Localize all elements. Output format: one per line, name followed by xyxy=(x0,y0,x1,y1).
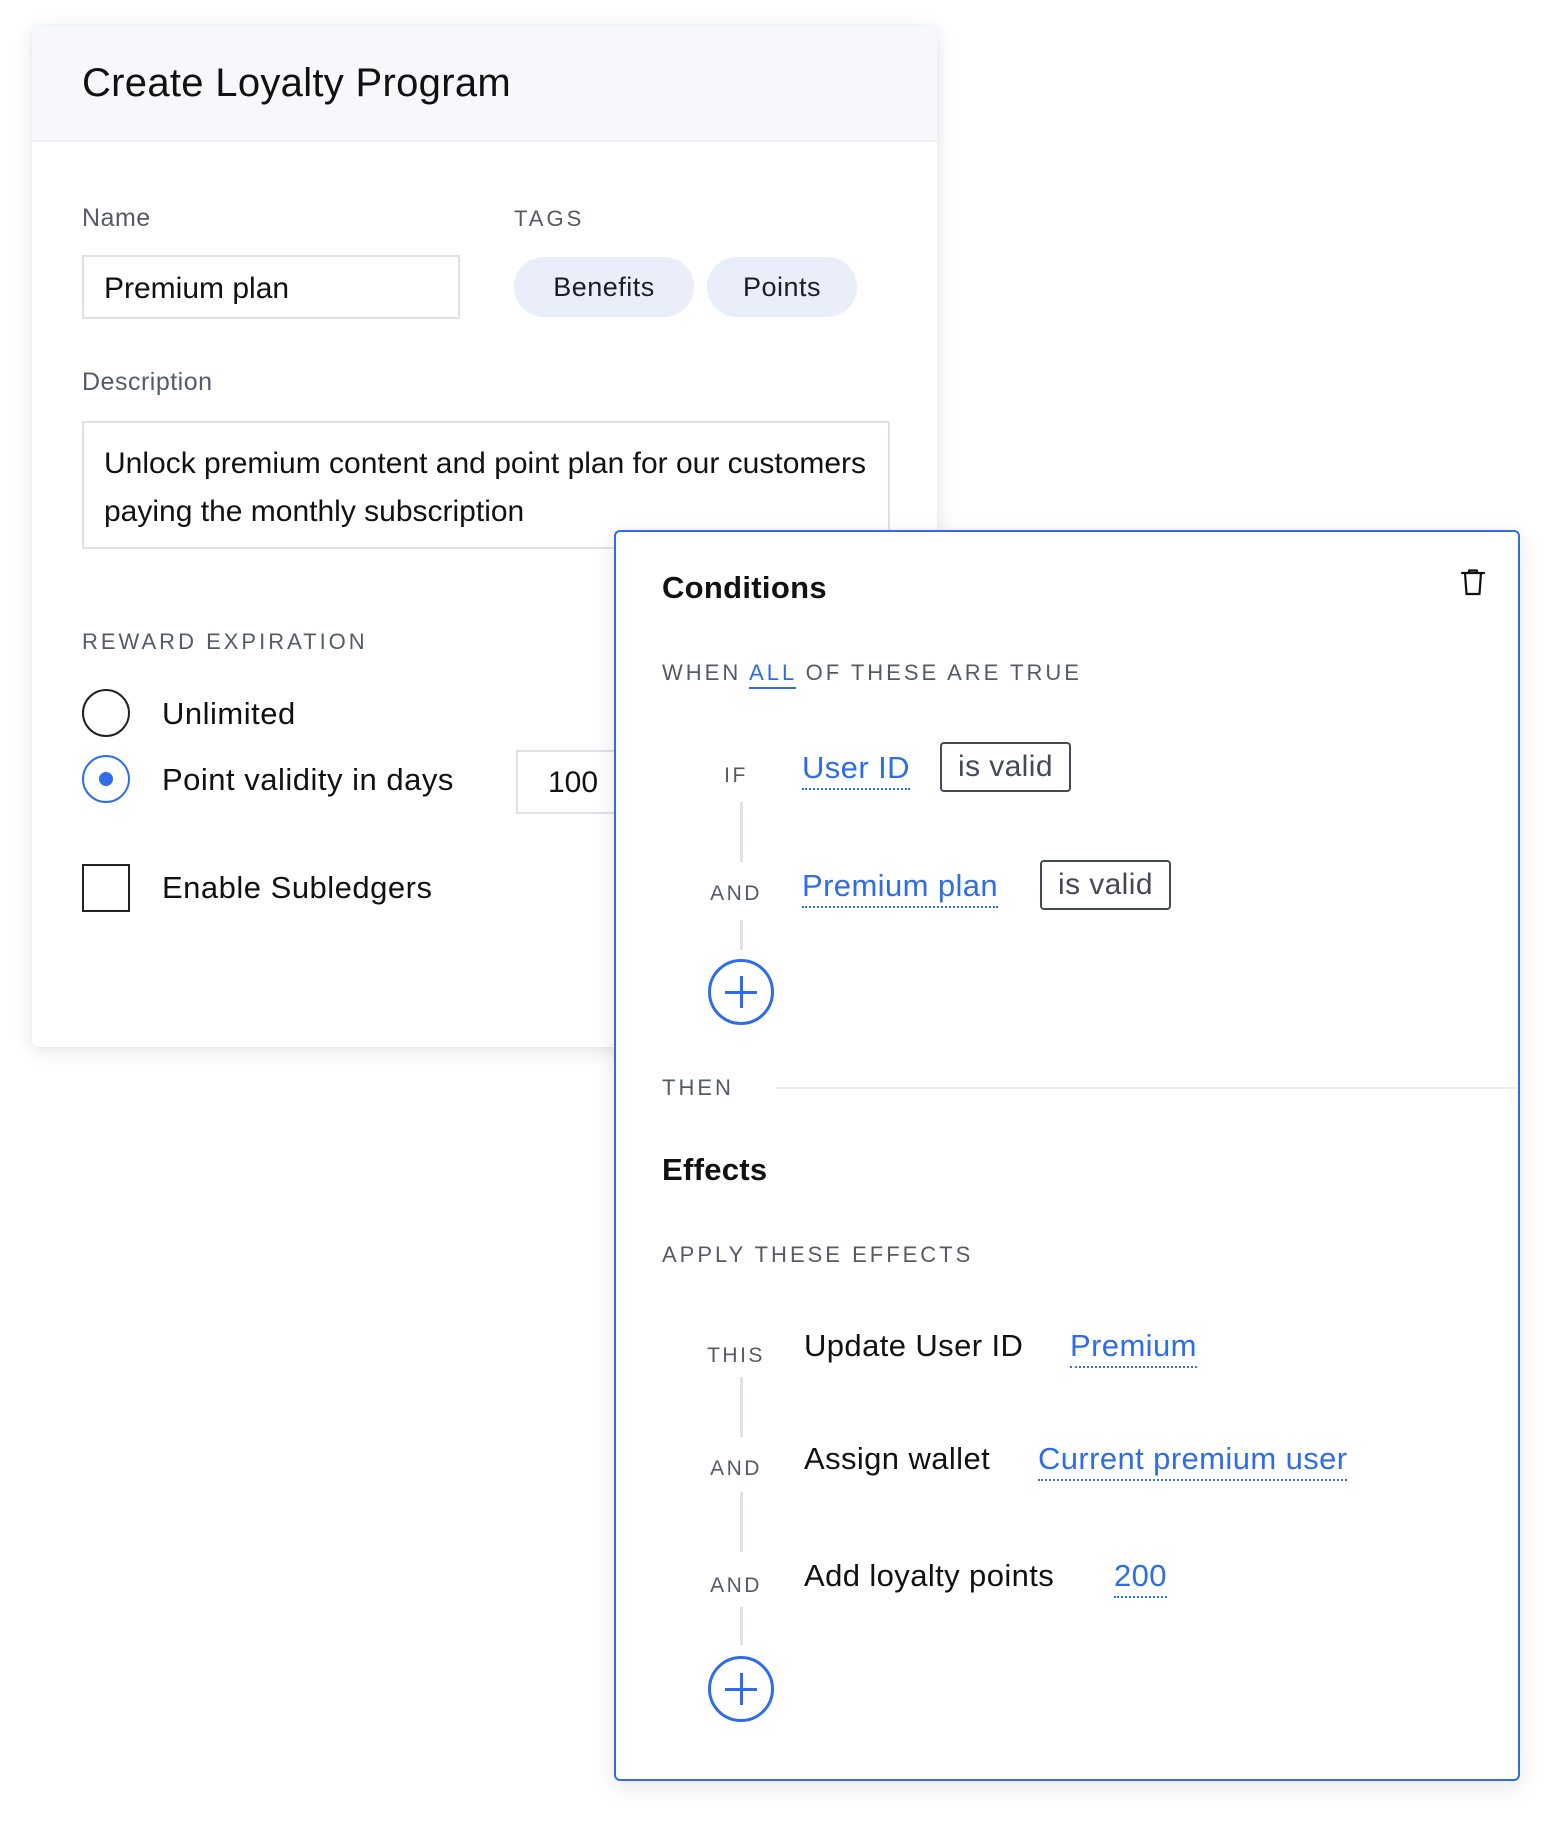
condition-field-user-id[interactable]: User ID xyxy=(802,750,910,790)
condition-operator-1[interactable]: is valid xyxy=(940,742,1071,792)
radio-unlimited[interactable] xyxy=(82,689,130,737)
conditions-panel: Conditions WHEN ALL OF THESE ARE TRUE IF… xyxy=(614,530,1520,1781)
effect-value-200[interactable]: 200 xyxy=(1114,1558,1167,1598)
name-input[interactable]: Premium plan xyxy=(82,255,460,319)
effect-value-premium[interactable]: Premium xyxy=(1070,1328,1197,1368)
condition-field-premium-plan[interactable]: Premium plan xyxy=(802,868,999,908)
condition-connector-line xyxy=(740,802,743,862)
effects-title: Effects xyxy=(662,1152,768,1187)
effect-action-assign-wallet: Assign wallet xyxy=(804,1441,991,1476)
effect-connector-line-2 xyxy=(740,1492,743,1552)
effect-key-this: THIS xyxy=(707,1344,765,1367)
then-divider xyxy=(776,1087,1518,1089)
radio-unlimited-label: Unlimited xyxy=(162,696,296,731)
tag-points[interactable]: Points xyxy=(707,257,857,317)
name-label: Name xyxy=(82,204,151,232)
enable-subledgers-label: Enable Subledgers xyxy=(162,870,433,905)
trash-icon[interactable] xyxy=(1460,568,1486,596)
when-prefix: WHEN xyxy=(662,660,742,685)
radio-point-validity-label: Point validity in days xyxy=(162,762,454,797)
validity-days-input[interactable]: 100 xyxy=(516,750,626,814)
conditions-title: Conditions xyxy=(662,570,827,605)
tags-label: TAGS xyxy=(514,206,585,231)
effect-action-update-user-id: Update User ID xyxy=(804,1328,1024,1363)
enable-subledgers-checkbox[interactable] xyxy=(82,864,130,912)
effect-action-add-loyalty-points: Add loyalty points xyxy=(804,1558,1055,1593)
effect-connector-line-3 xyxy=(740,1607,743,1645)
effects-subtitle: APPLY THESE EFFECTS xyxy=(662,1242,974,1267)
radio-point-validity[interactable] xyxy=(82,755,130,803)
condition-key-and: AND xyxy=(710,882,762,905)
reward-expiration-label: REWARD EXPIRATION xyxy=(82,629,368,654)
add-effect-button[interactable] xyxy=(708,1656,774,1722)
page-title: Create Loyalty Program xyxy=(82,61,512,105)
add-condition-button[interactable] xyxy=(708,959,774,1025)
conditions-quantifier-line: WHEN ALL OF THESE ARE TRUE xyxy=(662,660,1082,689)
condition-connector-line-2 xyxy=(740,920,743,950)
tag-benefits[interactable]: Benefits xyxy=(514,257,694,317)
effect-value-current-premium-user[interactable]: Current premium user xyxy=(1038,1441,1348,1481)
card-header: Create Loyalty Program xyxy=(32,26,937,142)
condition-operator-2[interactable]: is valid xyxy=(1040,860,1171,910)
effect-key-and-1: AND xyxy=(710,1457,762,1480)
all-quantifier-toggle[interactable]: ALL xyxy=(749,660,797,689)
effect-key-and-2: AND xyxy=(710,1574,762,1597)
then-label: THEN xyxy=(662,1075,734,1100)
condition-key-if: IF xyxy=(724,764,748,787)
when-suffix: OF THESE ARE TRUE xyxy=(805,660,1082,685)
radio-selected-dot xyxy=(99,772,113,786)
description-label: Description xyxy=(82,368,213,396)
effect-connector-line-1 xyxy=(740,1377,743,1437)
